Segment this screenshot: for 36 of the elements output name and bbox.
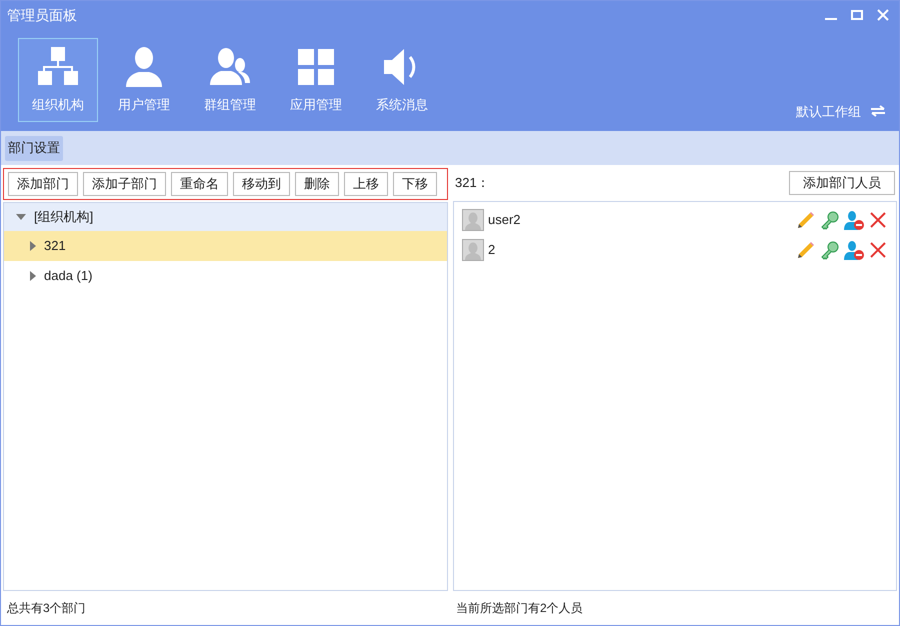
delete-icon[interactable] — [870, 212, 886, 228]
window-title: 管理员面板 — [7, 6, 77, 24]
collapsed-arrow-icon[interactable] — [30, 241, 36, 251]
key-icon[interactable] — [820, 210, 839, 230]
toolbar-button[interactable]: 重命名 — [171, 172, 228, 196]
delete-icon[interactable] — [870, 242, 886, 258]
workgroup-label: 默认工作组 — [796, 102, 861, 120]
section-tab[interactable]: 部门设置 — [5, 136, 63, 160]
member-name: user2 — [488, 211, 521, 230]
tree-node[interactable]: dada (1) — [4, 261, 447, 291]
remove-user-icon[interactable] — [844, 210, 865, 230]
department-heading: 321： — [455, 174, 490, 192]
toolbar-button[interactable]: 删除 — [295, 172, 339, 196]
tree-root-label: [组织机构] — [34, 208, 94, 226]
close-icon[interactable] — [877, 9, 889, 21]
toolbar-button[interactable]: 添加部门 — [8, 172, 78, 196]
remove-user-icon[interactable] — [844, 240, 865, 260]
tree-root-row[interactable]: [组织机构] — [4, 203, 447, 231]
toolbar-button[interactable]: 上移 — [344, 172, 388, 196]
toolbar-button[interactable]: 添加子部门 — [83, 172, 166, 196]
member-name: 2 — [488, 241, 496, 260]
toolbar-button[interactable]: 下移 — [393, 172, 437, 196]
pencil-icon[interactable] — [796, 240, 815, 260]
status-text: 当前所选部门有2个人员 — [455, 600, 583, 617]
toolbar-button[interactable]: 移动到 — [233, 172, 290, 196]
collapsed-arrow-icon[interactable] — [30, 271, 36, 281]
pencil-icon[interactable] — [796, 210, 815, 230]
avatar-icon — [462, 239, 484, 261]
avatar-icon — [462, 209, 484, 231]
add-member-button[interactable]: 添加部门人员 — [789, 171, 895, 195]
status-text: 总共有3个部门 — [6, 600, 87, 617]
switch-icon[interactable] — [871, 105, 885, 118]
maximize-icon[interactable] — [851, 9, 863, 21]
key-icon[interactable] — [820, 240, 839, 260]
expanded-arrow-icon[interactable] — [16, 214, 26, 220]
tree-node[interactable]: 321 — [4, 231, 447, 261]
